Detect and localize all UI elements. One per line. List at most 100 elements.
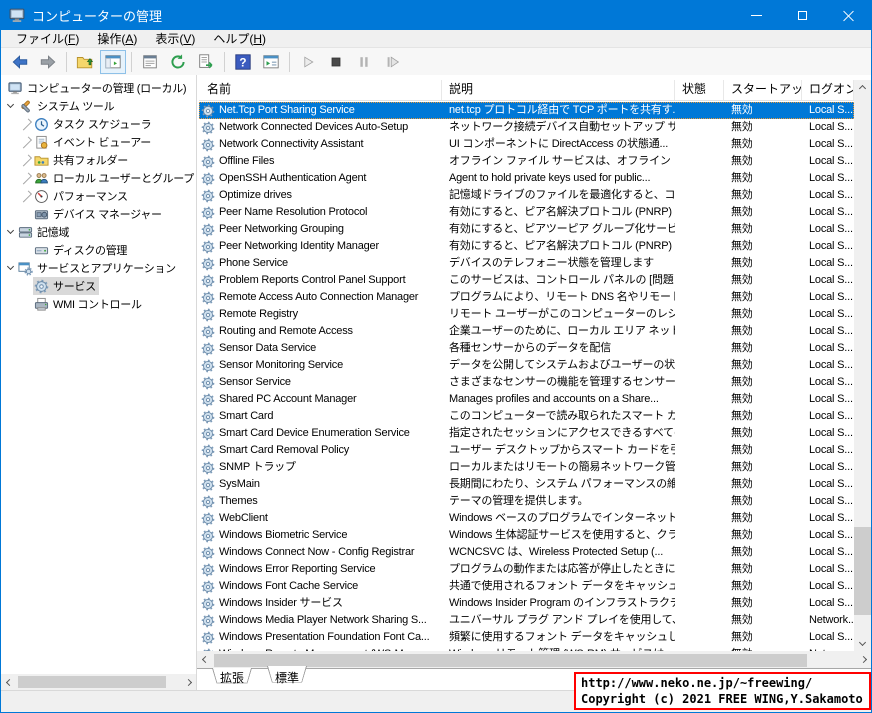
tree-item-performance[interactable]: パフォーマンス bbox=[19, 187, 196, 205]
service-row[interactable]: Smart Card Device Enumeration Service指定さ… bbox=[199, 425, 854, 442]
view-tab-extended[interactable]: 拡張 bbox=[212, 668, 252, 688]
main-area: コンピューターの管理 (ローカル)システム ツールタスク スケジューライベント … bbox=[1, 75, 871, 690]
scroll-left-button[interactable] bbox=[197, 652, 213, 668]
scroll-down-button[interactable] bbox=[854, 634, 871, 651]
service-row[interactable]: Windows Font Cache Service共通で使用されるフォント デ… bbox=[199, 578, 854, 595]
service-row[interactable]: SNMP トラップローカルまたはリモートの簡易ネットワーク管理...無効Loca… bbox=[199, 459, 854, 476]
service-logon-as: Local S... bbox=[802, 306, 854, 323]
service-row[interactable]: Remote Registryリモート ユーザーがこのコンピューターのレジスト.… bbox=[199, 306, 854, 323]
expand-chevron-icon[interactable] bbox=[19, 194, 33, 199]
tree-item-storage[interactable]: 記憶域 bbox=[3, 223, 196, 241]
column-header-5[interactable]: ログオン bbox=[802, 80, 854, 100]
service-status bbox=[675, 629, 724, 646]
service-row[interactable]: Net.Tcp Port Sharing Servicenet.tcp プロトコ… bbox=[199, 102, 854, 119]
expand-chevron-icon[interactable] bbox=[19, 158, 33, 163]
tree-item-services[interactable]: サービス bbox=[19, 277, 196, 295]
service-row[interactable]: Offline Filesオフライン ファイル サービスは、オフライン ファイ.… bbox=[199, 153, 854, 170]
collapse-chevron-icon[interactable] bbox=[3, 105, 17, 107]
service-row[interactable]: Windows Presentation Foundation Font Ca.… bbox=[199, 629, 854, 646]
tree-item-disk-management[interactable]: ディスクの管理 bbox=[19, 241, 196, 259]
scroll-right-button[interactable] bbox=[180, 674, 196, 690]
menu-item-a[interactable]: 操作(A) bbox=[88, 29, 146, 49]
collapse-chevron-icon[interactable] bbox=[3, 267, 17, 269]
services-list: Net.Tcp Port Sharing Servicenet.tcp プロトコ… bbox=[199, 102, 854, 651]
service-row[interactable]: Sensor Monitoring Serviceデータを公開してシステムおよび… bbox=[199, 357, 854, 374]
service-row[interactable]: Windows Insider サービスWindows Insider Prog… bbox=[199, 595, 854, 612]
service-row[interactable]: Phone Serviceデバイスのテレフォニー状態を管理します無効Local … bbox=[199, 255, 854, 272]
column-header-3[interactable]: 状態 bbox=[675, 80, 724, 100]
service-row[interactable]: Themesテーマの管理を提供します。無効Local S... bbox=[199, 493, 854, 510]
tree-item-system-tools[interactable]: システム ツール bbox=[3, 97, 196, 115]
service-row[interactable]: Problem Reports Control Panel Supportこのサ… bbox=[199, 272, 854, 289]
column-header-2[interactable]: 説明 bbox=[442, 80, 675, 100]
maximize-button[interactable] bbox=[779, 0, 825, 30]
service-row[interactable]: Windows Connect Now - Config RegistrarWC… bbox=[199, 544, 854, 561]
tree-item-services-apps[interactable]: サービスとアプリケーション bbox=[3, 259, 196, 277]
menu-item-v[interactable]: 表示(V) bbox=[146, 29, 204, 49]
menu-item-f[interactable]: ファイル(F) bbox=[7, 29, 88, 49]
tree-item-device-manager[interactable]: デバイス マネージャー bbox=[19, 205, 196, 223]
scrollbar-thumb[interactable] bbox=[854, 527, 871, 615]
service-name: Smart Card bbox=[199, 408, 442, 425]
service-row[interactable]: Network Connectivity AssistantUI コンポーネント… bbox=[199, 136, 854, 153]
service-row[interactable]: Windows Media Player Network Sharing S..… bbox=[199, 612, 854, 629]
service-row[interactable]: Peer Networking Grouping有効にすると、ピアツーピア グル… bbox=[199, 221, 854, 238]
help-button[interactable]: ? bbox=[230, 50, 256, 74]
close-button[interactable] bbox=[825, 0, 871, 30]
forward-button[interactable] bbox=[35, 50, 61, 74]
tree-item-wmi-control[interactable]: WMI コントロール bbox=[19, 295, 196, 313]
expand-chevron-icon[interactable] bbox=[19, 140, 33, 145]
expand-chevron-icon[interactable] bbox=[19, 122, 33, 127]
tree-item-local-users[interactable]: ローカル ユーザーとグループ bbox=[19, 169, 196, 187]
service-row[interactable]: Windows Error Reporting Serviceプログラムの動作ま… bbox=[199, 561, 854, 578]
properties-button[interactable] bbox=[137, 50, 163, 74]
service-startup-type: 無効 bbox=[724, 102, 802, 119]
export-list-button[interactable] bbox=[193, 50, 219, 74]
scrollbar-thumb[interactable] bbox=[18, 676, 166, 688]
scroll-left-button[interactable] bbox=[1, 674, 17, 690]
tree-horizontal-scrollbar[interactable] bbox=[1, 674, 196, 690]
expand-chevron-icon[interactable] bbox=[19, 176, 33, 181]
refresh-button[interactable] bbox=[165, 50, 191, 74]
tree-item-event-viewer[interactable]: イベント ビューアー bbox=[19, 133, 196, 151]
stop-button[interactable] bbox=[323, 50, 349, 74]
tree-item-shared-folders[interactable]: 共有フォルダー bbox=[19, 151, 196, 169]
service-row[interactable]: Sensor Serviceさまざまなセンサーの機能を管理するセンサー...無効… bbox=[199, 374, 854, 391]
scrollbar-track[interactable] bbox=[17, 674, 180, 690]
vertical-scrollbar[interactable] bbox=[854, 80, 871, 651]
service-row[interactable]: Shared PC Account ManagerManages profile… bbox=[199, 391, 854, 408]
menu-item-h[interactable]: ヘルプ(H) bbox=[204, 29, 275, 49]
service-row[interactable]: Optimize drives記憶域ドライブのファイルを最適化すると、コン...… bbox=[199, 187, 854, 204]
back-button[interactable] bbox=[7, 50, 33, 74]
column-header-1[interactable]: 名前 bbox=[199, 80, 442, 100]
scrollbar-track[interactable] bbox=[213, 652, 855, 668]
tree-item-task-scheduler[interactable]: タスク スケジューラ bbox=[19, 115, 196, 133]
minimize-button[interactable] bbox=[733, 0, 779, 30]
restart-button[interactable] bbox=[379, 50, 405, 74]
pause-button[interactable] bbox=[351, 50, 377, 74]
service-row[interactable]: Peer Networking Identity Manager有効にすると、ピ… bbox=[199, 238, 854, 255]
scroll-up-button[interactable] bbox=[854, 80, 871, 97]
service-row[interactable]: Network Connected Devices Auto-Setupネットワ… bbox=[199, 119, 854, 136]
service-row[interactable]: OpenSSH Authentication AgentAgent to hol… bbox=[199, 170, 854, 187]
service-row[interactable]: SysMain長期間にわたり、システム パフォーマンスの維...無効Local … bbox=[199, 476, 854, 493]
tree-item-computer[interactable]: コンピューターの管理 (ローカル) bbox=[7, 79, 196, 97]
service-row[interactable]: Sensor Data Service各種センサーからのデータを配信無効Loca… bbox=[199, 340, 854, 357]
play-button[interactable] bbox=[295, 50, 321, 74]
scroll-right-button[interactable] bbox=[855, 652, 871, 668]
column-header-4[interactable]: スタートアッ... bbox=[724, 80, 802, 100]
play-icon bbox=[300, 54, 316, 70]
service-row[interactable]: Windows Biometric ServiceWindows 生体認証サービ… bbox=[199, 527, 854, 544]
service-row[interactable]: Remote Access Auto Connection Managerプログ… bbox=[199, 289, 854, 306]
up-folder-button[interactable] bbox=[72, 50, 98, 74]
console-tree-button[interactable] bbox=[100, 50, 126, 74]
service-row[interactable]: Routing and Remote Access企業ユーザーのために、ローカル… bbox=[199, 323, 854, 340]
scrollbar-thumb[interactable] bbox=[214, 654, 807, 667]
service-row[interactable]: Smart Cardこのコンピューターで読み取られたスマート カー...無効Lo… bbox=[199, 408, 854, 425]
collapse-chevron-icon[interactable] bbox=[3, 231, 17, 233]
service-row[interactable]: Smart Card Removal Policyユーザー デスクトップからスマ… bbox=[199, 442, 854, 459]
service-row[interactable]: WebClientWindows ベースのプログラムでインターネット ベ...無… bbox=[199, 510, 854, 527]
view-tab-standard[interactable]: 標準 bbox=[267, 668, 307, 688]
service-row[interactable]: Peer Name Resolution Protocol有効にすると、ピア名解… bbox=[199, 204, 854, 221]
console-window-button[interactable] bbox=[258, 50, 284, 74]
